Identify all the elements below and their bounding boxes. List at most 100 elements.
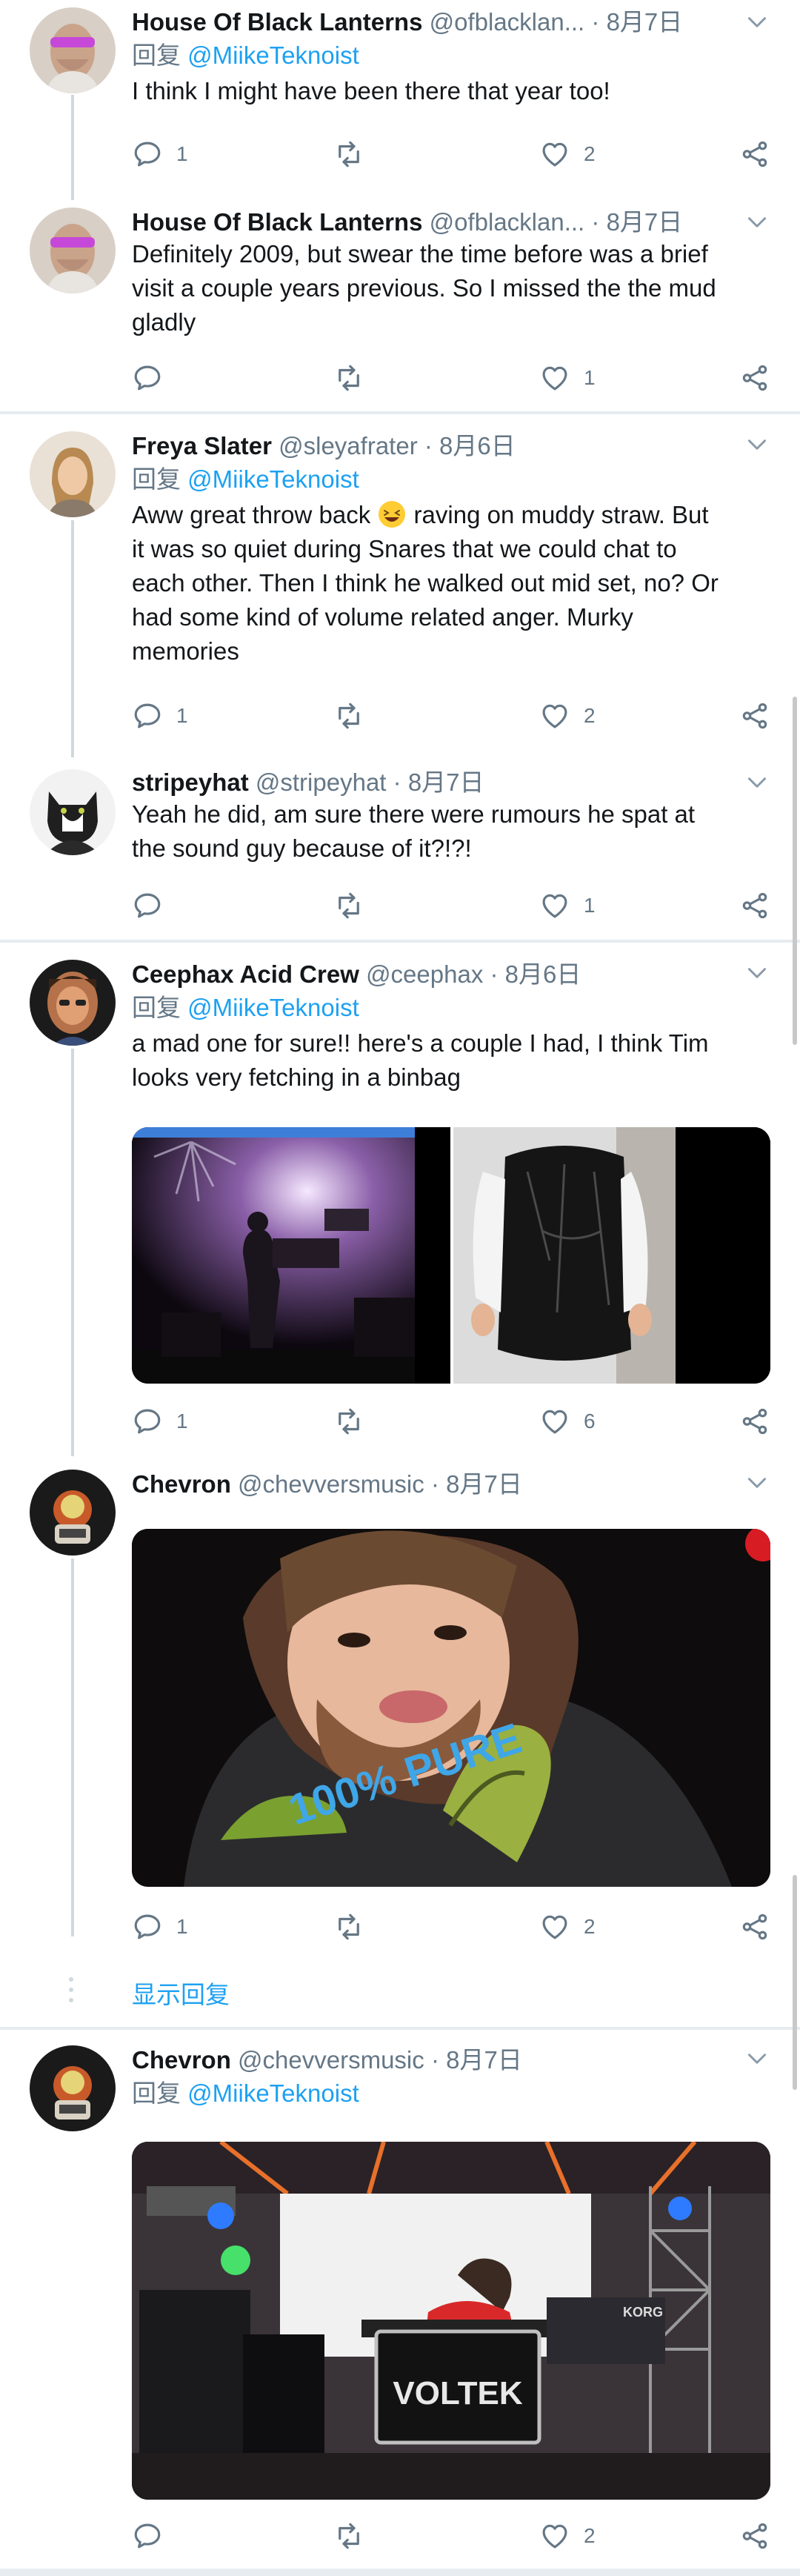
retweet-button[interactable] xyxy=(333,357,364,399)
separator-dot: · xyxy=(424,432,433,459)
reply-mention[interactable]: @MiikeTeknoist xyxy=(187,2079,359,2107)
handle[interactable]: @ofblacklan... xyxy=(430,8,585,36)
retweet-button[interactable] xyxy=(333,2515,364,2557)
like-button[interactable]: 6 xyxy=(539,1401,596,1442)
chevron-down-icon[interactable] xyxy=(744,431,770,458)
share-button[interactable] xyxy=(739,2515,770,2557)
share-icon xyxy=(739,2520,770,2552)
handle[interactable]: @chevversmusic xyxy=(238,1470,424,1498)
tweet[interactable]: House Of Black Lanterns @ofblacklan... ·… xyxy=(0,0,800,200)
display-name[interactable]: Freya Slater xyxy=(132,432,272,459)
avatar[interactable] xyxy=(30,7,116,93)
reply-mention[interactable]: @MiikeTeknoist xyxy=(187,994,359,1021)
display-name[interactable]: House Of Black Lanterns xyxy=(132,8,422,36)
reply-count: 1 xyxy=(176,1915,188,1938)
media-photo[interactable]: VOLTEK KORG xyxy=(132,2142,770,2500)
handle[interactable]: @sleyafrater xyxy=(279,432,418,459)
timestamp[interactable]: 8月7日 xyxy=(408,769,484,796)
handle[interactable]: @ofblacklan... xyxy=(430,208,585,236)
reply-button[interactable] xyxy=(132,357,176,399)
reply-button[interactable] xyxy=(132,2515,176,2557)
like-button[interactable]: 1 xyxy=(539,885,596,926)
avatar[interactable] xyxy=(30,208,116,293)
share-button[interactable] xyxy=(739,1906,770,1948)
retweet-icon xyxy=(333,139,364,170)
text-line: Yeah he did, am sure there were rumours … xyxy=(132,800,696,828)
chevron-down-icon[interactable] xyxy=(744,9,770,36)
reply-icon xyxy=(132,1406,163,1437)
retweet-button[interactable] xyxy=(333,1906,364,1948)
reply-button[interactable]: 1 xyxy=(132,133,188,175)
reply-icon xyxy=(132,700,163,731)
like-button[interactable]: 2 xyxy=(539,133,596,175)
retweet-icon xyxy=(333,2520,364,2552)
avatar[interactable] xyxy=(30,960,116,1046)
tweet[interactable]: Chevron @chevversmusic · 8月7日 100% PURE … xyxy=(0,1456,800,2027)
text-line: the sound guy because of it?!?! xyxy=(132,834,472,862)
text-line: had some kind of volume related anger. M… xyxy=(132,603,633,631)
text-line: each other. Then I think he walked out m… xyxy=(132,569,719,597)
like-button[interactable]: 2 xyxy=(539,695,596,737)
share-button[interactable] xyxy=(739,133,770,175)
reply-context: 回复 @MiikeTeknoist xyxy=(132,461,770,498)
media-photo[interactable] xyxy=(453,1127,770,1384)
retweet-button[interactable] xyxy=(333,133,364,175)
share-button[interactable] xyxy=(739,695,770,737)
reply-button[interactable]: 1 xyxy=(132,1401,188,1442)
show-replies-link[interactable]: 显示回复 xyxy=(132,1975,230,2011)
display-name[interactable]: stripeyhat xyxy=(132,769,249,796)
share-button[interactable] xyxy=(739,1401,770,1442)
display-name[interactable]: Chevron xyxy=(132,1470,231,1498)
display-name[interactable]: House Of Black Lanterns xyxy=(132,208,422,236)
handle[interactable]: @ceephax xyxy=(366,960,483,988)
media-photo[interactable]: 100% PURE xyxy=(132,1529,770,1887)
like-icon xyxy=(539,700,570,731)
display-name[interactable]: Ceephax Acid Crew xyxy=(132,960,359,988)
reply-button[interactable] xyxy=(132,885,176,926)
chevron-down-icon[interactable] xyxy=(744,209,770,236)
handle[interactable]: @stripeyhat xyxy=(256,769,387,796)
tweet[interactable]: stripeyhat @stripeyhat · 8月7日 Yeah he di… xyxy=(0,757,800,939)
chevron-down-icon[interactable] xyxy=(744,960,770,986)
display-name[interactable]: Chevron xyxy=(132,2046,231,2074)
tweet[interactable]: Ceephax Acid Crew @ceephax · 8月6日 回复 @Mi… xyxy=(0,945,800,1456)
chevron-down-icon[interactable] xyxy=(744,769,770,796)
share-icon xyxy=(739,890,770,921)
reply-prefix: 回复 xyxy=(132,465,181,493)
avatar[interactable] xyxy=(30,1470,116,1556)
reply-button[interactable]: 1 xyxy=(132,1906,188,1948)
share-button[interactable] xyxy=(739,357,770,399)
timestamp[interactable]: 8月7日 xyxy=(607,8,683,36)
text-line: gladly xyxy=(132,308,196,336)
like-button[interactable]: 1 xyxy=(539,357,596,399)
share-button[interactable] xyxy=(739,885,770,926)
retweet-button[interactable] xyxy=(333,885,364,926)
timestamp[interactable]: 8月6日 xyxy=(439,432,516,459)
retweet-button[interactable] xyxy=(333,1401,364,1442)
tweet[interactable]: Chevron @chevversmusic · 8月7日 回复 @MiikeT… xyxy=(0,2032,800,2576)
avatar[interactable] xyxy=(30,769,116,855)
tweet[interactable]: Freya Slater @sleyafrater · 8月6日 回复 @Mii… xyxy=(0,416,800,757)
like-button[interactable]: 2 xyxy=(539,2515,596,2557)
like-button[interactable]: 2 xyxy=(539,1906,596,1948)
tweet[interactable]: House Of Black Lanterns @ofblacklan... ·… xyxy=(0,200,800,411)
chevron-down-icon[interactable] xyxy=(744,2045,770,2072)
scrollbar[interactable] xyxy=(793,697,797,1045)
media-photo[interactable] xyxy=(132,1127,450,1384)
scrollbar[interactable] xyxy=(793,1875,797,2090)
reply-count: 1 xyxy=(176,704,188,727)
retweet-button[interactable] xyxy=(333,695,364,737)
reply-mention[interactable]: @MiikeTeknoist xyxy=(187,465,359,493)
tweet-text: Definitely 2009, but swear the time befo… xyxy=(132,237,770,339)
thread-line xyxy=(71,1558,74,1936)
reply-mention[interactable]: @MiikeTeknoist xyxy=(187,42,359,69)
avatar[interactable] xyxy=(30,2045,116,2131)
chevron-down-icon[interactable] xyxy=(744,1470,770,1496)
timestamp[interactable]: 8月7日 xyxy=(446,2046,522,2074)
avatar[interactable] xyxy=(30,431,116,517)
timestamp[interactable]: 8月7日 xyxy=(446,1470,522,1498)
reply-button[interactable]: 1 xyxy=(132,695,188,737)
handle[interactable]: @chevversmusic xyxy=(238,2046,424,2074)
timestamp[interactable]: 8月6日 xyxy=(505,960,581,988)
timestamp[interactable]: 8月7日 xyxy=(607,208,683,236)
